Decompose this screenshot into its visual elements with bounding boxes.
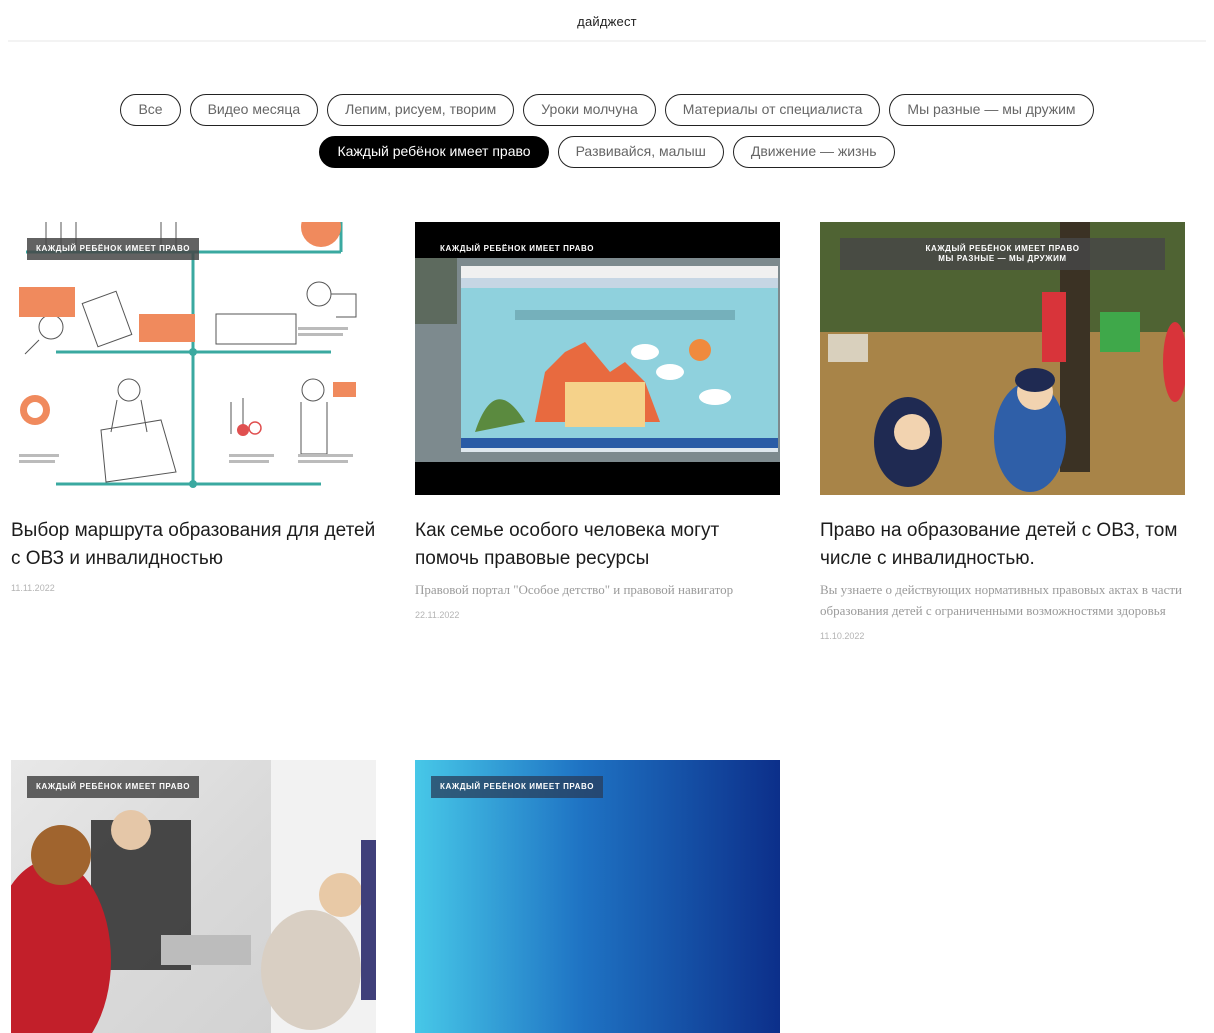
article-date: 22.11.2022 (415, 610, 460, 620)
filter-develop-kid[interactable]: Развивайся, малыш (557, 136, 724, 168)
filter-child-rights[interactable]: Каждый ребёнок имеет право (319, 136, 549, 168)
article-title[interactable]: Как семье особого человека могут помочь … (415, 517, 780, 573)
article-card[interactable]: Каждый ребёнок имеет право Как семье осо… (415, 222, 780, 620)
filter-movement-life[interactable]: Движение — жизнь (732, 136, 895, 168)
therapy-photo (11, 760, 376, 1033)
filter-row-2: Каждый ребёнок имеет право Развивайся, м… (0, 136, 1214, 168)
infographic-illustration (19, 222, 357, 488)
filter-creative[interactable]: Лепим, рисуем, творим (327, 94, 515, 126)
category-tag: Каждый ребёнок имеет право (27, 776, 200, 798)
article-image[interactable]: Каждый ребёнок имеет право (11, 760, 376, 1033)
category-filters: Все Видео месяца Лепим, рисуем, творим У… (0, 94, 1214, 178)
article-card[interactable]: Каждый ребёнок имеет право Мы разные — м… (820, 222, 1185, 641)
category-tag: Каждый ребёнок имеет право Мы разные — м… (840, 238, 1165, 270)
category-tag: Каждый ребёнок имеет право (431, 776, 604, 798)
article-title[interactable]: Выбор маршрута образования для детей с О… (11, 517, 376, 573)
filter-all[interactable]: Все (120, 94, 181, 126)
article-date: 11.10.2022 (820, 631, 865, 641)
filter-silent-lessons[interactable]: Уроки молчуна (523, 94, 656, 126)
category-tag-primary: Каждый ребёнок имеет право (925, 244, 1080, 253)
article-date: 11.11.2022 (11, 583, 55, 593)
article-description: Вы узнаете о действующих нормативных пра… (820, 582, 1182, 618)
article-card[interactable]: Каждый ребёнок имеет право (415, 760, 780, 1033)
video-screenshot (415, 258, 780, 462)
category-tag: Каждый ребёнок имеет право (27, 238, 200, 260)
filter-row-1: Все Видео месяца Лепим, рисуем, творим У… (0, 94, 1214, 126)
article-card[interactable]: Каждый ребёнок имеет право (11, 760, 376, 1033)
category-tag: Каждый ребёнок имеет право (440, 244, 595, 253)
page-title: дайджест (577, 14, 637, 29)
article-card[interactable]: Каждый ребёнок имеет право Выбор маршрут… (11, 222, 376, 593)
filter-we-are-different[interactable]: Мы разные — мы дружим (889, 94, 1094, 126)
filter-specialist-materials[interactable]: Материалы от специалиста (664, 94, 881, 126)
article-title[interactable]: Право на образование детей с ОВЗ, том чи… (820, 517, 1185, 573)
category-tag-secondary: Мы разные — мы дружим (938, 254, 1067, 263)
article-description: Правовой портал "Особое детство" и право… (415, 582, 734, 597)
article-image[interactable]: Каждый ребёнок имеет право (415, 222, 780, 495)
article-image[interactable]: Каждый ребёнок имеет право (11, 222, 376, 495)
filter-video-month[interactable]: Видео месяца (189, 94, 319, 126)
article-image[interactable]: Каждый ребёнок имеет право (415, 760, 780, 1033)
article-image[interactable]: Каждый ребёнок имеет право Мы разные — м… (820, 222, 1185, 495)
top-header: дайджест (8, 0, 1206, 42)
